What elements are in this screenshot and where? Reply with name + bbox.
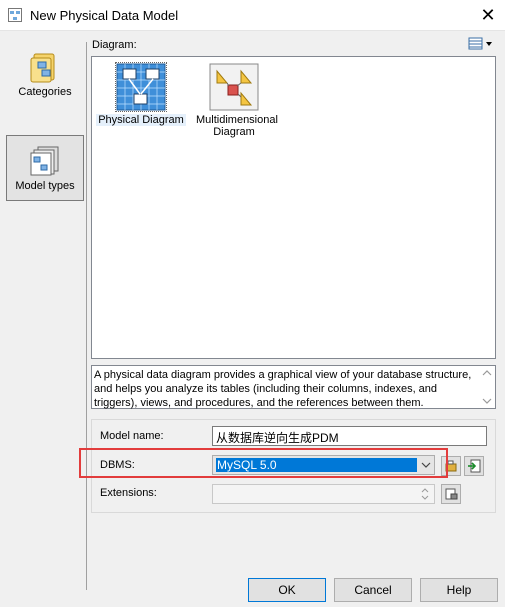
physical-diagram-icon xyxy=(115,62,167,112)
title-bar: New Physical Data Model ✕ xyxy=(0,0,505,31)
diagram-type-list[interactable]: Physical Diagram Multidimensional Diagra… xyxy=(91,56,496,359)
dbms-import-button[interactable] xyxy=(464,456,484,476)
description-text: A physical data diagram provides a graph… xyxy=(94,369,472,409)
category-item-label: Model types xyxy=(15,180,75,192)
ok-button[interactable]: OK xyxy=(248,578,326,602)
list-view-icon xyxy=(468,37,492,50)
app-icon xyxy=(8,8,22,22)
diagram-description: A physical data diagram provides a graph… xyxy=(91,365,496,409)
view-mode-button[interactable] xyxy=(467,37,495,51)
document-icon xyxy=(445,488,458,500)
diagram-label: Diagram: xyxy=(92,39,137,51)
model-name-label: Model name: xyxy=(100,430,164,442)
category-pane: Categories Model types xyxy=(6,42,87,590)
description-scrollbar[interactable] xyxy=(479,366,495,408)
category-item-categories[interactable]: Categories xyxy=(6,50,84,116)
window-title: New Physical Data Model xyxy=(30,8,179,23)
category-item-label: Categories xyxy=(18,86,72,98)
extensions-spinner-icon xyxy=(421,488,429,500)
extensions-input[interactable] xyxy=(212,484,435,504)
import-icon xyxy=(468,459,481,473)
category-item-model-types[interactable]: Model types xyxy=(6,135,84,201)
multidimensional-diagram-icon xyxy=(209,63,259,111)
diagram-item-label: Physical Diagram xyxy=(96,114,186,126)
model-name-input[interactable]: 从数据库逆向生成PDM xyxy=(212,426,487,446)
highlight-box xyxy=(79,448,448,478)
diagram-item-physical[interactable]: Physical Diagram xyxy=(96,62,186,126)
close-button[interactable]: ✕ xyxy=(476,4,500,26)
extensions-label: Extensions: xyxy=(100,487,157,499)
extensions-browse-button[interactable] xyxy=(441,484,461,504)
cancel-button[interactable]: Cancel xyxy=(334,578,412,602)
model-types-icon xyxy=(30,146,59,176)
diagram-item-multidimensional[interactable]: Multidimensional Diagram xyxy=(196,63,278,138)
categories-folder-icon xyxy=(30,53,55,83)
help-button[interactable]: Help xyxy=(420,578,498,602)
diagram-item-label: Multidimensional Diagram xyxy=(196,114,278,138)
close-icon: ✕ xyxy=(480,4,496,26)
